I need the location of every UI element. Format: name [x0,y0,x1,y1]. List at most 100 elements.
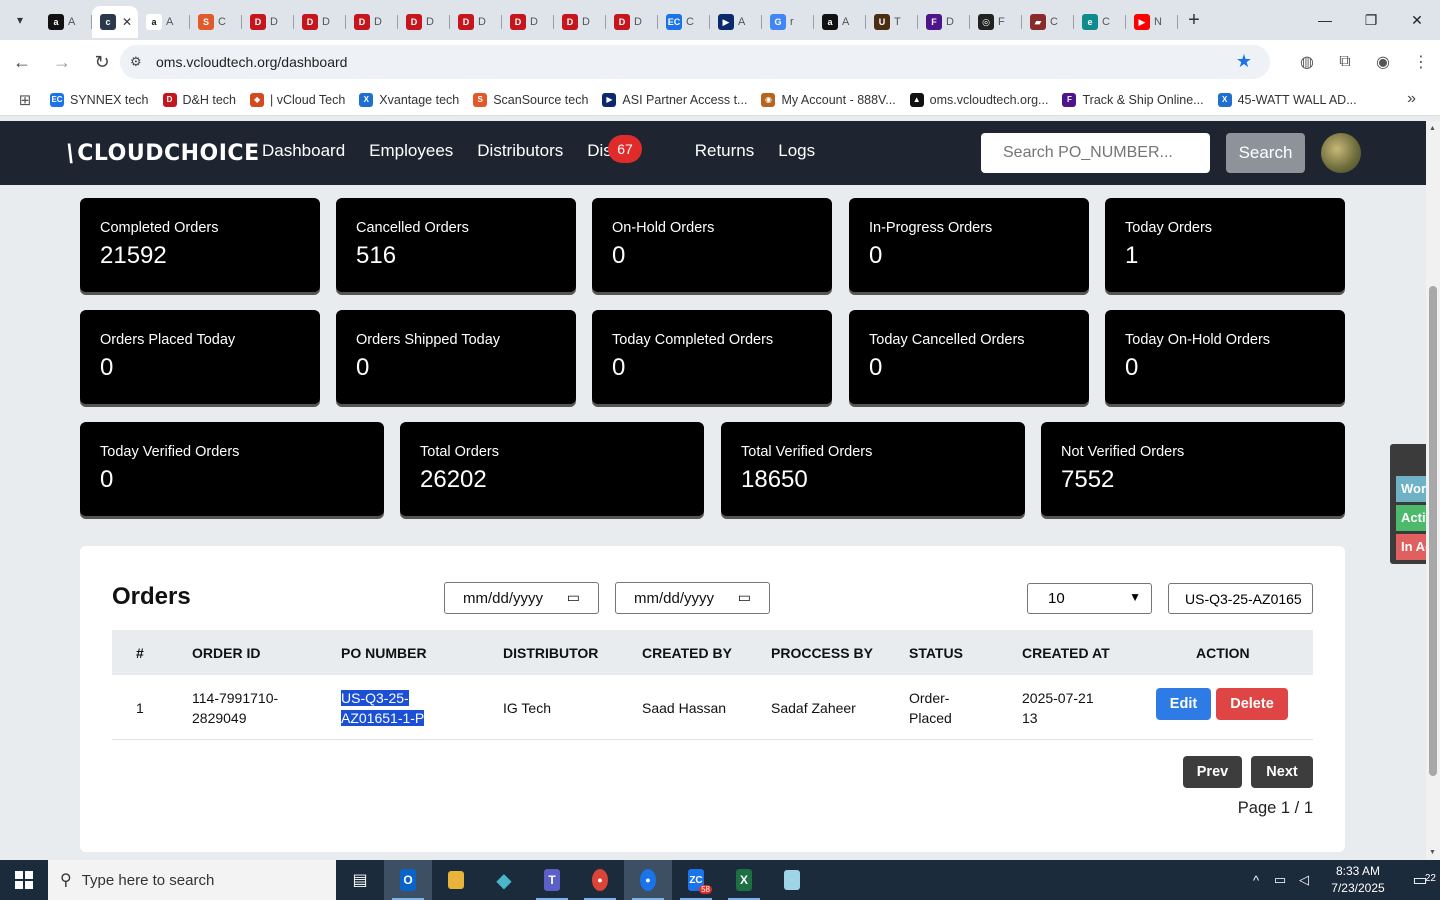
browser-tab[interactable]: DD [502,6,554,38]
chevron-up-icon[interactable]: ^ [1244,873,1268,888]
browser-tab[interactable]: aA [40,6,92,38]
tab-close-icon[interactable]: ✕ [122,15,132,29]
brand-logo[interactable]: \ CLOUDCHOICE [66,139,260,167]
search-button[interactable]: Search [1226,133,1305,173]
stat-label: Orders Shipped Today [356,332,501,348]
nav-returns[interactable]: Returns [695,141,755,161]
chrome-icon[interactable]: ● [576,860,624,900]
tab-search-icon[interactable]: ▾ [0,0,40,40]
zoho-icon[interactable]: ZC 58 [672,860,720,900]
nav-dashboard[interactable]: Dashboard [262,141,345,161]
browser-tab[interactable]: DD [554,6,606,38]
browser-tab[interactable]: DD [606,6,658,38]
extensions-icon[interactable]: ⧉ [1326,44,1364,80]
scroll-up-icon[interactable]: ▲ [1429,125,1436,132]
browser-tab[interactable]: DD [450,6,502,38]
po-filter-input[interactable]: US-Q3-25-AZ0165 [1168,583,1313,614]
browser-tab[interactable]: c ✕ [92,6,138,38]
browser-tab[interactable]: DD [346,6,398,38]
more-bookmarks-icon[interactable]: » [1407,90,1416,108]
calendar-icon[interactable]: ▭ [567,589,580,606]
new-tab-button[interactable]: + [1178,4,1210,36]
back-icon[interactable]: ← [4,44,40,80]
bookmark-item[interactable]: EC SYNNEX tech [50,92,149,107]
reload-icon[interactable]: ↻ [84,44,120,80]
browser-tab[interactable]: eC [1074,6,1126,38]
browser-tab[interactable]: ◎ F [970,6,1022,38]
clock[interactable]: 8:33 AM 7/23/2025 [1316,863,1400,897]
forward-icon[interactable]: → [44,44,80,80]
date-to-input[interactable]: mm/dd/yyyy ▭ [615,582,770,614]
browser-tab[interactable]: SC [190,6,242,38]
calendar-icon[interactable]: ▭ [738,589,751,606]
browser-tab[interactable]: ▶ N [1126,6,1178,38]
browser-tab[interactable]: EC C [658,6,710,38]
browser-tab[interactable]: ▶ A [710,6,762,38]
close-window-icon[interactable]: ✕ [1394,0,1440,40]
translate-icon[interactable]: ◍ [1288,44,1326,80]
inactive-status-tab[interactable]: In Active [1396,534,1426,560]
excel-icon[interactable]: X [720,860,768,900]
nav-logs[interactable]: Logs [778,141,815,161]
bookmark-item[interactable]: X 45-WATT WALL AD... [1217,92,1357,107]
bookmark-star-icon[interactable]: ★ [1236,51,1252,72]
browser-tab[interactable]: FD [918,6,970,38]
volume-icon[interactable]: ◁ [1292,872,1316,888]
bookmark-item[interactable]: ▶ ASI Partner Access t... [602,92,747,107]
browser-tab[interactable]: DD [398,6,450,38]
row-po-number[interactable]: US-Q3-25- AZ01651-1-P [341,688,425,728]
restore-icon[interactable]: ❐ [1348,0,1394,40]
browser-tab[interactable]: UT [866,6,918,38]
nav-employees[interactable]: Employees [369,141,453,161]
chrome-profile-icon[interactable]: ● [624,860,672,900]
url-text[interactable]: oms.vcloudtech.org/dashboard [156,54,347,70]
nav-distributors[interactable]: Distributors [477,141,563,161]
next-button[interactable]: Next [1251,756,1313,788]
bookmark-item[interactable]: ▲ oms.vcloudtech.org... [909,92,1048,107]
menu-icon[interactable]: ⋮ [1402,44,1440,80]
notification-center-icon[interactable]: ▭ 22 [1400,870,1440,890]
bookmark-item[interactable]: ◉ My Account - 888V... [761,92,896,107]
dh-icon: D [614,14,630,30]
page-size-select[interactable]: 10 ▼ [1027,583,1152,614]
apps-grid-icon[interactable]: ⊞ [0,91,50,109]
browser-tab[interactable]: aA [138,6,190,38]
taskbar-search[interactable]: ⚲ Type here to search [48,860,336,900]
teams-icon[interactable]: T [528,860,576,900]
col-status: STATUS [909,645,963,661]
start-button[interactable] [0,860,48,900]
prev-button[interactable]: Prev [1183,756,1242,788]
network-icon[interactable]: ▭ [1268,872,1292,888]
bookmark-item[interactable]: F Track & Ship Online... [1062,92,1204,107]
page-scrollbar[interactable]: ▲ ▼ [1426,121,1440,860]
browser-tab[interactable]: DD [294,6,346,38]
delete-button[interactable]: Delete [1216,688,1288,720]
outlook-icon[interactable]: O [384,860,432,900]
address-bar[interactable]: ⚙ oms.vcloudtech.org/dashboard ★ [120,45,1270,79]
app-navbar: \ CLOUDCHOICE Dashboard Employees Distrib… [0,121,1426,185]
working-status-tab[interactable]: Working [1396,476,1426,502]
user-avatar[interactable] [1321,133,1361,173]
bookmark-item[interactable]: ◆ | vCloud Tech [250,92,345,107]
minimize-icon[interactable]: — [1302,0,1348,40]
bookmark-item[interactable]: X Xvantage tech [359,92,459,107]
site-info-icon[interactable]: ⚙ [130,54,152,70]
task-view-icon[interactable]: ▤ [336,860,384,900]
browser-tab[interactable]: aA [814,6,866,38]
file-explorer-icon[interactable] [432,860,480,900]
bookmark-item[interactable]: D D&H tech [162,92,236,107]
browser-tab[interactable]: ▰ C [1022,6,1074,38]
edit-button[interactable]: Edit [1156,688,1211,720]
po-search-input[interactable] [981,133,1210,173]
notes-app-icon[interactable] [768,860,816,900]
browser-tab[interactable]: Gr [762,6,814,38]
active-status-tab[interactable]: Active [1396,505,1426,531]
profile-icon[interactable]: ◉ [1364,44,1402,80]
date-from-input[interactable]: mm/dd/yyyy ▭ [444,582,599,614]
browser-tab[interactable]: DD [242,6,294,38]
scroll-down-icon[interactable]: ▼ [1429,849,1436,856]
col-created-by: CREATED BY [642,645,732,661]
scroll-thumb[interactable] [1429,286,1437,776]
bookmark-item[interactable]: S ScanSource tech [473,92,588,107]
app-diamond-icon[interactable]: ◆ [480,860,528,900]
